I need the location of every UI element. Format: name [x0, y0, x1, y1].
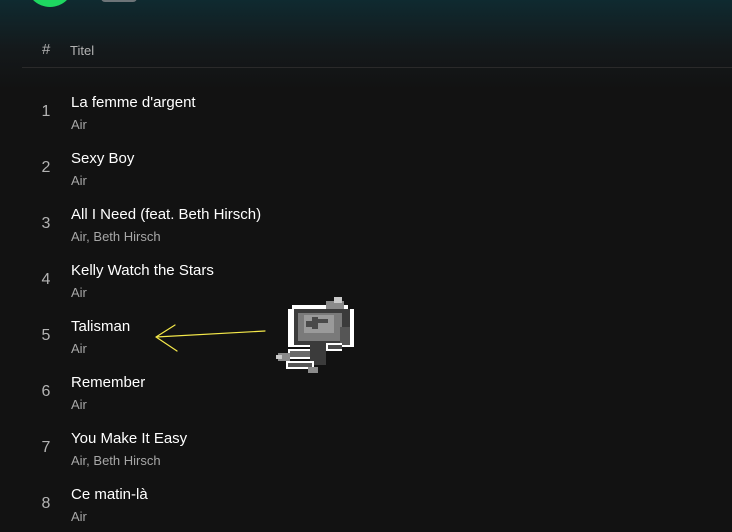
track-number: 2 [41, 159, 51, 176]
track-title[interactable]: Talisman [71, 318, 130, 335]
track-artist[interactable]: Air, Beth Hirsch [71, 453, 161, 468]
track-title[interactable]: Ce matin-là [71, 486, 148, 503]
track-number: 8 [41, 495, 51, 512]
track-artist[interactable]: Air [71, 397, 87, 412]
track-row[interactable]: 5 Talisman Air [0, 308, 732, 364]
track-artist[interactable]: Air [71, 341, 87, 356]
track-row[interactable]: 6 Remember Air [0, 364, 732, 420]
track-row[interactable]: 4 Kelly Watch the Stars Air [0, 252, 732, 308]
track-artist[interactable]: Air [71, 173, 87, 188]
tracklist: 1 La femme d'argent Air 2 Sexy Boy Air 3… [0, 84, 732, 532]
shuffle-button[interactable] [101, 0, 137, 2]
track-number: 3 [41, 215, 51, 232]
pixel-creature-sticker-icon [276, 297, 354, 373]
track-artist[interactable]: Air [71, 509, 87, 524]
track-title[interactable]: Sexy Boy [71, 150, 134, 167]
track-number: 4 [41, 271, 51, 288]
track-row[interactable]: 3 All I Need (feat. Beth Hirsch) Air, Be… [0, 196, 732, 252]
column-number-header: # [42, 41, 51, 58]
track-artist[interactable]: Air [71, 117, 87, 132]
annotation-arrow-icon [155, 324, 266, 352]
track-title[interactable]: La femme d'argent [71, 94, 196, 111]
track-number: 7 [41, 439, 51, 456]
track-row[interactable]: 8 Ce matin-là Air [0, 476, 732, 532]
track-number: 5 [41, 327, 51, 344]
track-row[interactable]: 1 La femme d'argent Air [0, 84, 732, 140]
track-title[interactable]: You Make It Easy [71, 430, 187, 447]
tracklist-header: # Titel [22, 34, 732, 68]
track-row[interactable]: 2 Sexy Boy Air [0, 140, 732, 196]
track-title[interactable]: Kelly Watch the Stars [71, 262, 214, 279]
track-title[interactable]: All I Need (feat. Beth Hirsch) [71, 206, 261, 223]
track-artist[interactable]: Air [71, 285, 87, 300]
track-number: 1 [41, 103, 51, 120]
track-artist[interactable]: Air, Beth Hirsch [71, 229, 161, 244]
track-number: 6 [41, 383, 51, 400]
track-row[interactable]: 7 You Make It Easy Air, Beth Hirsch [0, 420, 732, 476]
track-title[interactable]: Remember [71, 374, 145, 391]
column-title-header[interactable]: Titel [70, 43, 94, 58]
